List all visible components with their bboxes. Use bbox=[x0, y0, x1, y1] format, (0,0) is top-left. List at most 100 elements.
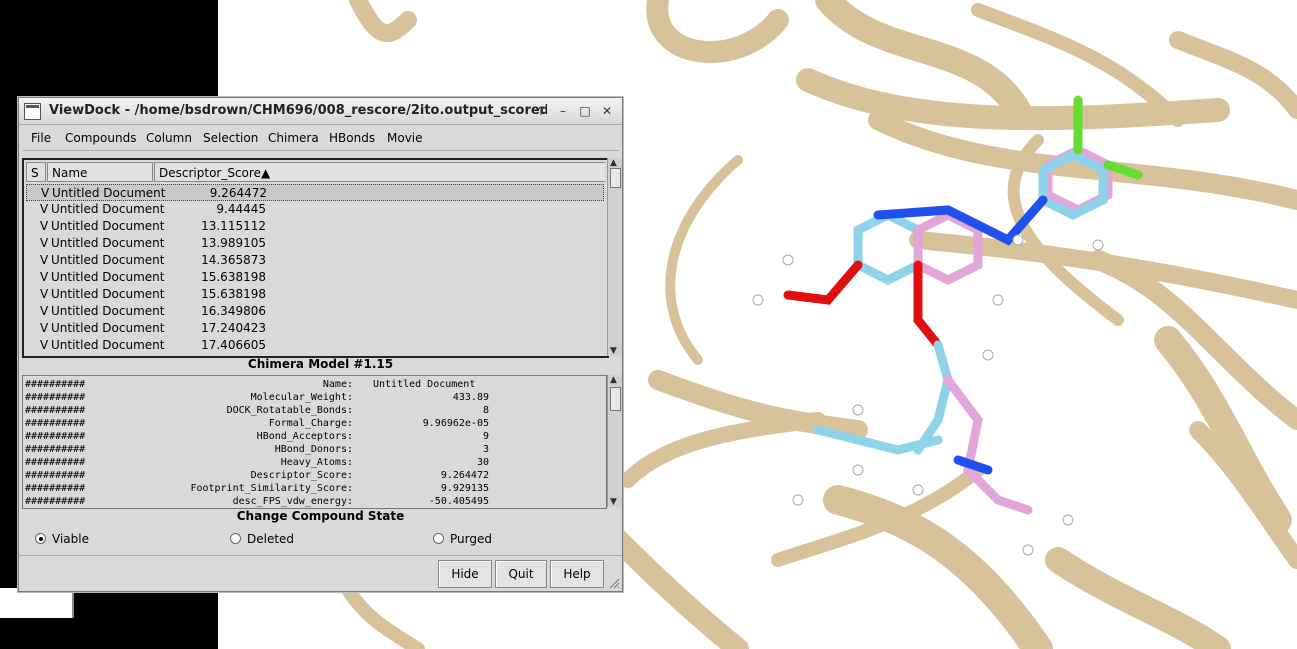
table-row[interactable]: V Untitled Document 16.349806 bbox=[26, 303, 604, 320]
table-row[interactable]: V Untitled Document 9.264472 bbox=[26, 184, 604, 201]
info-key: Footprint_Similarity_Score: bbox=[190, 483, 353, 494]
up-icon[interactable]: ↑ bbox=[533, 103, 549, 119]
minimize-icon[interactable]: – bbox=[555, 103, 571, 119]
info-row: ########## Descriptor_Score: 9.264472 bbox=[23, 469, 583, 482]
menu-column[interactable]: Column bbox=[146, 131, 192, 145]
column-header-descriptor-score[interactable]: Descriptor_Score▲ bbox=[154, 162, 605, 182]
column-header-name[interactable]: Name bbox=[47, 162, 153, 182]
radio-purged-label: Purged bbox=[450, 532, 492, 546]
menu-bar: File Compounds Column Selection Chimera … bbox=[23, 126, 619, 151]
column-header-s[interactable]: S bbox=[26, 162, 46, 182]
info-key: Molecular_Weight: bbox=[250, 392, 353, 403]
info-hash: ########## bbox=[25, 405, 86, 416]
radio-viable-label: Viable bbox=[52, 532, 89, 546]
cell-state: V bbox=[40, 270, 49, 284]
radio-deleted[interactable]: Deleted bbox=[230, 532, 294, 546]
info-hash: ########## bbox=[25, 418, 86, 429]
table-row[interactable]: V Untitled Document 15.638198 bbox=[26, 269, 604, 286]
title-bar[interactable]: ViewDock - /home/bsdrown/CHM696/008_resc… bbox=[19, 98, 622, 125]
cell-name: Untitled Document bbox=[51, 270, 165, 284]
info-hash: ########## bbox=[25, 470, 86, 481]
table-header: S Name Descriptor_Score▲ bbox=[26, 162, 605, 182]
window-icon bbox=[24, 103, 41, 120]
change-state-title: Change Compound State bbox=[236, 509, 405, 523]
radio-empty-icon bbox=[433, 533, 444, 544]
table-scrollbar[interactable]: ▲ ▼ bbox=[607, 158, 622, 356]
info-value: 8 bbox=[482, 405, 489, 416]
info-scrollbar[interactable]: ▲ ▼ bbox=[607, 375, 622, 507]
cell-name: Untitled Document bbox=[51, 236, 165, 250]
cell-score: 16.349806 bbox=[201, 304, 266, 318]
table-row[interactable]: V Untitled Document 13.115112 bbox=[26, 218, 604, 235]
menu-selection[interactable]: Selection bbox=[203, 131, 258, 145]
info-value: 30 bbox=[476, 457, 489, 468]
radio-purged[interactable]: Purged bbox=[433, 532, 492, 546]
menu-hbonds[interactable]: HBonds bbox=[329, 131, 375, 145]
radio-viable[interactable]: Viable bbox=[35, 532, 89, 546]
resize-grip-icon[interactable] bbox=[608, 577, 620, 589]
radio-empty-icon bbox=[230, 533, 241, 544]
cell-score: 9.264472 bbox=[209, 186, 267, 200]
cell-name: Untitled Document bbox=[51, 338, 165, 352]
info-key: DOCK_Rotatable_Bonds: bbox=[226, 405, 353, 416]
table-row[interactable]: V Untitled Document 17.240423 bbox=[26, 320, 604, 337]
close-icon[interactable]: ✕ bbox=[599, 103, 615, 119]
menu-file[interactable]: File bbox=[31, 131, 51, 145]
cell-state: V bbox=[40, 202, 49, 216]
table-row[interactable]: V Untitled Document 13.989105 bbox=[26, 235, 604, 252]
menu-movie[interactable]: Movie bbox=[387, 131, 423, 145]
cell-name: Untitled Document bbox=[51, 219, 165, 233]
radio-deleted-label: Deleted bbox=[247, 532, 295, 546]
cell-score: 15.638198 bbox=[201, 270, 266, 284]
quit-button[interactable]: Quit bbox=[495, 560, 547, 588]
help-button[interactable]: Help bbox=[550, 560, 604, 588]
cell-score: 13.989105 bbox=[201, 236, 266, 250]
cell-name: Untitled Document bbox=[51, 304, 165, 318]
info-hash: ########## bbox=[25, 444, 86, 455]
scroll-down-icon[interactable]: ▼ bbox=[610, 346, 617, 356]
compound-info-panel: ########## Name: Untitled Document #####… bbox=[22, 375, 607, 509]
info-row: ########## DOCK_Rotatable_Bonds: 8 bbox=[23, 404, 583, 417]
info-row: ########## HBond_Donors: 3 bbox=[23, 443, 583, 456]
scroll-down-icon[interactable]: ▼ bbox=[610, 497, 617, 507]
info-hash: ########## bbox=[25, 457, 86, 468]
cell-score: 17.406605 bbox=[201, 338, 266, 352]
info-row: ########## Footprint_Similarity_Score: 9… bbox=[23, 482, 583, 495]
info-value: 9.96962e-05 bbox=[422, 418, 489, 429]
info-key: Formal_Charge: bbox=[268, 418, 353, 429]
scroll-up-icon[interactable]: ▲ bbox=[610, 158, 617, 168]
menu-chimera[interactable]: Chimera bbox=[268, 131, 319, 145]
cell-score: 15.638198 bbox=[201, 287, 266, 301]
table-row[interactable]: V Untitled Document 14.365873 bbox=[26, 252, 604, 269]
table-row[interactable]: V Untitled Document 15.638198 bbox=[26, 286, 604, 303]
cell-state: V bbox=[40, 236, 49, 250]
info-row: ########## Molecular_Weight: 433.89 bbox=[23, 391, 583, 404]
compound-table: S Name Descriptor_Score▲ V Untitled Docu… bbox=[22, 158, 609, 358]
menu-compounds[interactable]: Compounds bbox=[65, 131, 136, 145]
cell-state: V bbox=[40, 321, 49, 335]
info-scroll-thumb[interactable] bbox=[610, 387, 621, 411]
viewdock-window: ViewDock - /home/bsdrown/CHM696/008_resc… bbox=[18, 97, 623, 592]
table-scroll-thumb[interactable] bbox=[610, 168, 621, 188]
info-key: HBond_Donors: bbox=[274, 444, 353, 455]
maximize-icon[interactable]: □ bbox=[577, 103, 593, 119]
table-row[interactable]: V Untitled Document 9.44445 bbox=[26, 201, 604, 218]
table-row[interactable]: V Untitled Document 17.406605 bbox=[26, 337, 604, 354]
cell-score: 13.115112 bbox=[201, 219, 266, 233]
cell-score: 9.44445 bbox=[216, 202, 266, 216]
info-value: 9 bbox=[482, 431, 489, 442]
cell-state: V bbox=[40, 253, 49, 267]
scroll-up-icon[interactable]: ▲ bbox=[610, 375, 617, 385]
info-key: Descriptor_Score: bbox=[250, 470, 353, 481]
model-title: Chimera Model #1.15 bbox=[247, 357, 394, 371]
info-key: Name: bbox=[322, 379, 353, 390]
cell-state: V bbox=[40, 338, 49, 352]
radio-selected-icon bbox=[35, 533, 46, 544]
info-hash: ########## bbox=[25, 483, 86, 494]
info-row: ########## Name: Untitled Document bbox=[23, 378, 583, 391]
info-hash: ########## bbox=[25, 392, 86, 403]
cell-state: V bbox=[40, 219, 49, 233]
info-row: ########## Heavy_Atoms: 30 bbox=[23, 456, 583, 469]
info-value: 433.89 bbox=[452, 392, 489, 403]
hide-button[interactable]: Hide bbox=[438, 560, 492, 588]
